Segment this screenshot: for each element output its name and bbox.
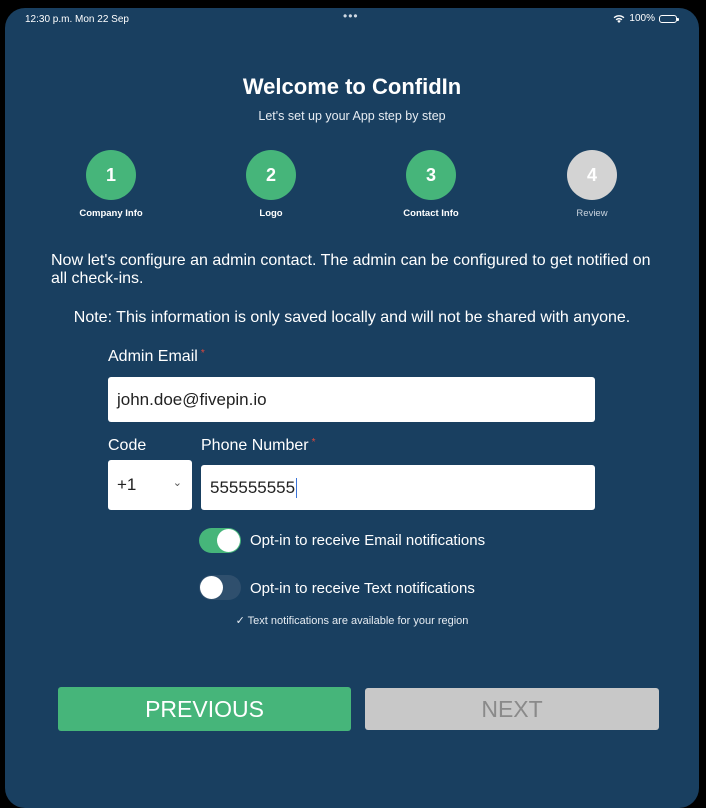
region-availability-note: ✓ Text notifications are available for y… xyxy=(235,615,469,627)
email-notifications-toggle[interactable] xyxy=(199,528,241,553)
phone-number-value: 555555555 xyxy=(210,477,296,497)
wifi-icon xyxy=(614,15,625,23)
step-4-label: Review xyxy=(576,208,608,219)
step-1-circle: 1 xyxy=(86,150,136,200)
step-review[interactable]: 4 Review xyxy=(542,150,642,219)
email-notifications-label: Opt-in to receive Email notifications xyxy=(250,532,486,549)
multitasking-dots[interactable]: ••• xyxy=(343,9,359,23)
step-3-label: Contact Info xyxy=(403,208,459,219)
required-mark: * xyxy=(200,348,205,359)
app-screen: 12:30 p.m. Mon 22 Sep ••• 100% Welcome t… xyxy=(5,8,699,808)
step-2-circle: 2 xyxy=(246,150,296,200)
text-cursor xyxy=(296,477,298,498)
step-company-info[interactable]: 1 Company Info xyxy=(61,150,161,219)
privacy-note: Note: This information is only saved loc… xyxy=(73,309,631,326)
admin-email-label: Admin Email * xyxy=(108,348,205,366)
code-label: Code xyxy=(108,437,147,454)
page-subtitle: Let's set up your App step by step xyxy=(258,109,446,123)
country-code-select[interactable]: +1 ⌄ xyxy=(108,460,192,510)
step-logo[interactable]: 2 Logo xyxy=(221,150,321,219)
toggle-knob xyxy=(217,529,240,552)
phone-number-label: Phone Number * xyxy=(201,437,316,455)
required-mark: * xyxy=(311,437,316,448)
status-time: 12:30 p.m. Mon 22 Sep xyxy=(25,14,129,25)
step-contact-info[interactable]: 3 Contact Info xyxy=(381,150,481,219)
admin-email-value: john.doe@fivepin.io xyxy=(117,389,267,409)
country-code-value: +1 xyxy=(117,475,137,494)
step-2-label: Logo xyxy=(259,208,283,219)
previous-button[interactable]: PREVIOUS xyxy=(58,687,351,731)
status-right: 100% xyxy=(613,13,679,24)
step-3-circle: 3 xyxy=(406,150,456,200)
phone-number-input[interactable]: 555555555 xyxy=(201,465,595,510)
chevron-down-icon: ⌄ xyxy=(172,477,182,489)
phone-number-label-text: Phone Number xyxy=(201,437,309,454)
admin-email-label-text: Admin Email xyxy=(108,348,198,365)
admin-email-input[interactable]: john.doe@fivepin.io xyxy=(108,377,595,422)
text-notifications-toggle[interactable] xyxy=(199,575,241,600)
step-4-circle: 4 xyxy=(567,150,617,200)
page-title: Welcome to ConfidIn xyxy=(242,74,462,99)
step-1-label: Company Info xyxy=(79,208,143,219)
battery-icon xyxy=(659,14,679,23)
next-button[interactable]: NEXT xyxy=(365,688,659,730)
text-notifications-label: Opt-in to receive Text notifications xyxy=(250,580,475,597)
toggle-knob xyxy=(200,576,223,599)
battery-percent: 100% xyxy=(629,13,655,24)
intro-text: Now let's configure an admin contact. Th… xyxy=(51,252,651,287)
